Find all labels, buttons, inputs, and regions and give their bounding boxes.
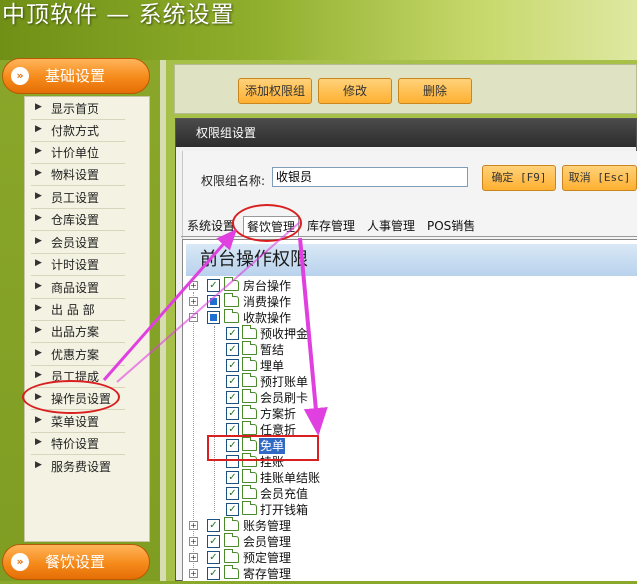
arrow-to-free-order — [298, 237, 328, 436]
arrow-to-tab — [102, 228, 237, 381]
annotation-arrows — [102, 221, 328, 436]
arrow-guide — [116, 221, 301, 383]
